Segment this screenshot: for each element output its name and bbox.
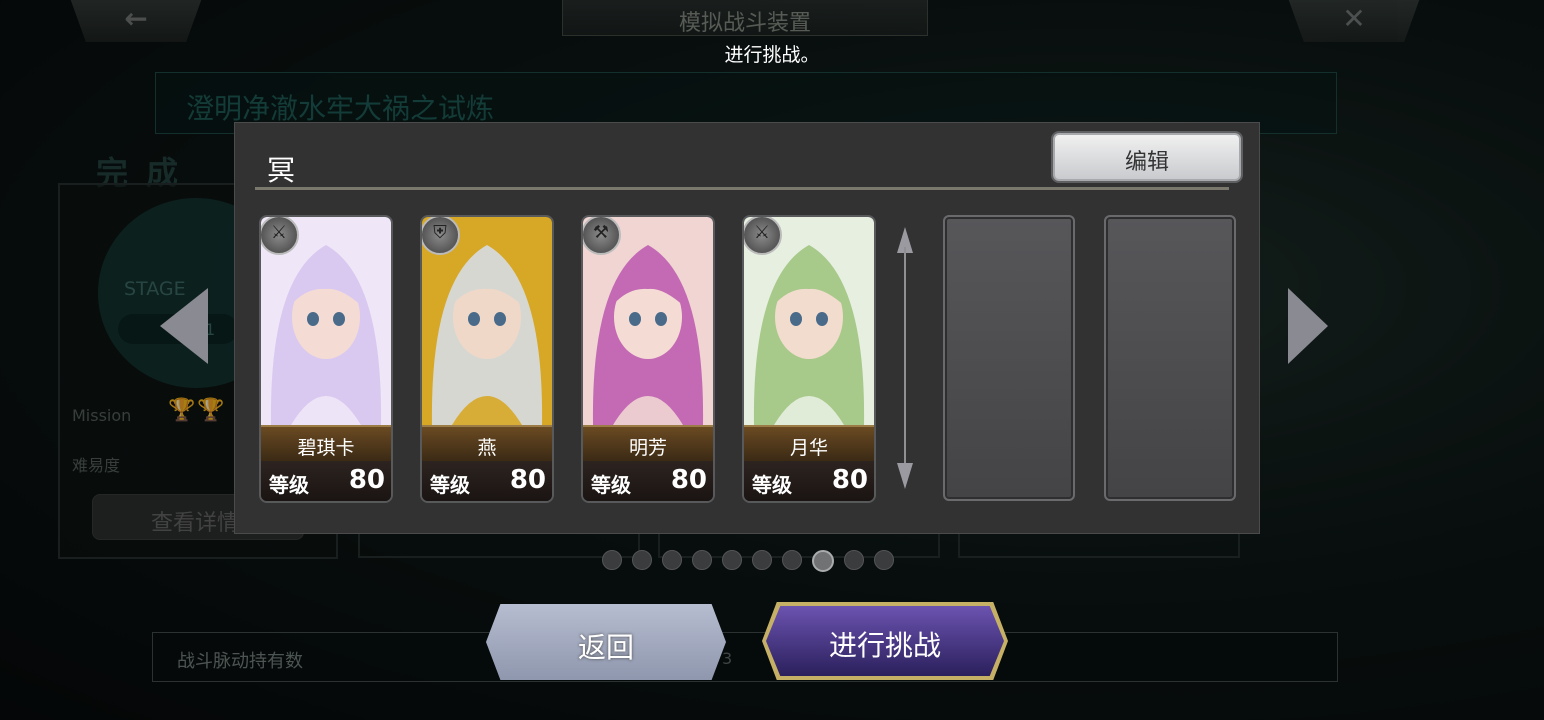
page-indicator bbox=[602, 550, 894, 572]
start-challenge-label: 进行挑战 bbox=[828, 629, 941, 662]
name-bar: 月华 bbox=[744, 425, 874, 463]
start-challenge-button[interactable]: 进行挑战 bbox=[762, 602, 1008, 680]
close-icon: ✕ bbox=[1342, 2, 1366, 35]
class-badge-icon: ⚒ bbox=[583, 217, 621, 255]
character-card[interactable]: ⚔ 碧琪卡 等级 80 bbox=[259, 215, 393, 503]
screen-title: 模拟战斗装置 bbox=[678, 11, 811, 36]
battle-pulse-label: 战斗脉动持有数 bbox=[177, 651, 303, 672]
character-card[interactable]: ⚒ 明芳 等级 80 bbox=[581, 215, 715, 503]
page-dot bbox=[812, 550, 834, 572]
character-name: 碧琪卡 bbox=[297, 437, 355, 459]
battle-pulse-bar: 战斗脉动持有数 bbox=[152, 632, 1338, 682]
level-label: 等级 bbox=[591, 473, 631, 497]
class-badge-icon: ⛨ bbox=[422, 217, 460, 255]
page-dot bbox=[692, 550, 712, 570]
empty-slot[interactable] bbox=[943, 215, 1075, 501]
edit-button[interactable]: 编辑 bbox=[1053, 133, 1241, 181]
level-bar: 等级 80 bbox=[261, 461, 391, 501]
level-value: 80 bbox=[670, 465, 707, 495]
character-name: 月华 bbox=[789, 437, 828, 459]
level-value: 80 bbox=[348, 465, 385, 495]
page-dot bbox=[722, 550, 742, 570]
close-nav-button[interactable]: ✕ bbox=[1288, 0, 1420, 42]
page-dot bbox=[782, 550, 802, 570]
level-value: 80 bbox=[509, 465, 546, 495]
team-name: 冥 bbox=[267, 154, 296, 187]
name-bar: 明芳 bbox=[583, 425, 713, 463]
edit-label: 编辑 bbox=[1124, 150, 1169, 175]
level-label: 等级 bbox=[269, 473, 309, 497]
class-badge-icon: ⚔ bbox=[261, 217, 299, 255]
level-label: 等级 bbox=[752, 473, 792, 497]
level-bar: 等级 80 bbox=[583, 461, 713, 501]
page-dot bbox=[632, 550, 652, 570]
back-arrow-icon: ← bbox=[124, 2, 148, 35]
reserve-divider bbox=[897, 227, 913, 489]
character-card[interactable]: ⚔ 月华 等级 80 bbox=[742, 215, 876, 503]
modal-divider bbox=[255, 187, 1229, 190]
divider-down-arrow-icon bbox=[897, 463, 913, 489]
character-card[interactable]: ⛨ 燕 等级 80 bbox=[420, 215, 554, 503]
next-page-arrow-icon[interactable] bbox=[1288, 288, 1328, 364]
hint-text: 进行挑战。 bbox=[724, 44, 820, 66]
page-dot bbox=[844, 550, 864, 570]
back-nav-button[interactable]: ← bbox=[70, 0, 202, 42]
return-label: 返回 bbox=[577, 631, 634, 664]
level-bar: 等级 80 bbox=[422, 461, 552, 501]
battle-pulse-value: 3 bbox=[722, 649, 733, 668]
prev-page-arrow-icon[interactable] bbox=[160, 288, 208, 364]
name-bar: 碧琪卡 bbox=[261, 425, 391, 463]
level-bar: 等级 80 bbox=[744, 461, 874, 501]
character-name: 燕 bbox=[477, 437, 497, 459]
page-dot bbox=[602, 550, 622, 570]
page-dot bbox=[874, 550, 894, 570]
character-name: 明芳 bbox=[628, 437, 667, 459]
name-bar: 燕 bbox=[422, 425, 552, 463]
page-dot bbox=[662, 550, 682, 570]
screen-title-bar: 模拟战斗装置 bbox=[562, 0, 928, 36]
level-label: 等级 bbox=[430, 473, 470, 497]
team-modal: 冥 编辑 ⚔ 碧琪卡 等级 80 ⛨ 燕 等级 80 ⚒ 明芳 等级 80 ⚔ 月华 … bbox=[234, 122, 1260, 534]
page-dot bbox=[752, 550, 772, 570]
empty-slot[interactable] bbox=[1104, 215, 1236, 501]
level-value: 80 bbox=[831, 465, 868, 495]
return-button[interactable]: 返回 bbox=[486, 604, 726, 680]
class-badge-icon: ⚔ bbox=[744, 217, 782, 255]
